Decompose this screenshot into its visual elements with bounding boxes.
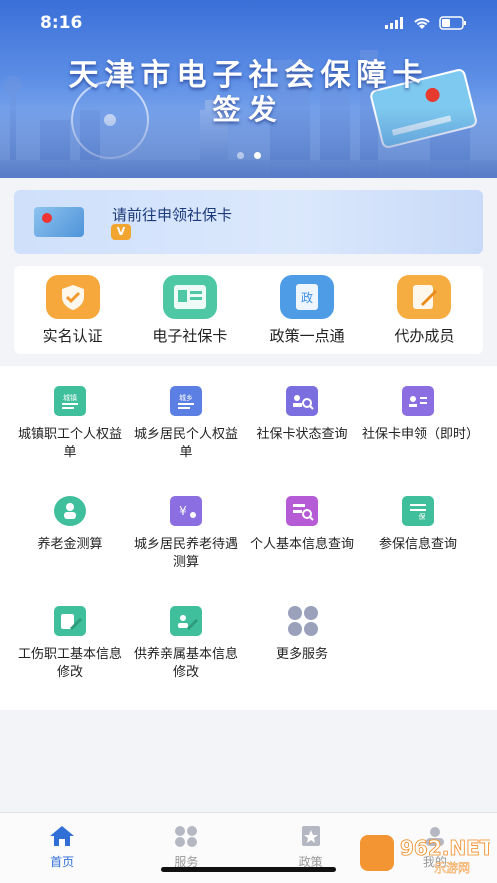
service-label: 社保卡申领（即时） <box>362 427 480 442</box>
service-urban-worker-rights[interactable]: 城镇 城镇职工个人权益单 <box>8 386 132 462</box>
svg-text:城乡: 城乡 <box>179 394 193 402</box>
quick-policy[interactable]: 政 政策一点通 <box>252 274 362 346</box>
service-family-info-edit[interactable]: 供养亲属基本信息修改 <box>124 606 248 682</box>
wifi-icon <box>414 17 430 29</box>
shield-check-icon <box>45 274 100 319</box>
quick-real-name-auth[interactable]: 实名认证 <box>18 274 128 346</box>
tab-home[interactable]: 首页 <box>0 813 124 883</box>
svg-text:城镇: 城镇 <box>63 393 77 402</box>
injury-edit-icon <box>54 606 86 636</box>
service-injury-info-edit[interactable]: 工伤职工基本信息修改 <box>8 606 132 682</box>
site-watermark: 962.NET 乐游网 <box>360 833 494 875</box>
quick-proxy-member[interactable]: 代办成员 <box>369 274 479 346</box>
carousel-dots[interactable] <box>0 152 497 159</box>
rural-pension-icon: ¥ <box>170 496 202 526</box>
cellular-signal-icon <box>385 17 403 29</box>
service-card-status-query[interactable]: 社保卡状态查询 <box>240 386 364 444</box>
person-search-icon <box>286 496 318 526</box>
status-bar: 8:16 <box>40 10 467 36</box>
v-badge: V <box>111 224 131 240</box>
service-label: 城乡居民养老待遇测算 <box>133 537 238 570</box>
insured-info-icon: 保 <box>402 496 434 526</box>
family-edit-icon <box>170 606 202 636</box>
service-rural-pension-calc[interactable]: ¥ 城乡居民养老待遇测算 <box>124 496 248 572</box>
service-pension-calc[interactable]: 养老金测算 <box>8 496 132 554</box>
promo-banner[interactable]: 8:16 天津市电子社会保障卡 签发 <box>0 0 497 178</box>
service-rural-resident-rights[interactable]: 城乡 城乡居民个人权益单 <box>124 386 248 462</box>
pencil-doc-icon <box>397 274 452 319</box>
service-card-apply[interactable]: 社保卡申领（即时） <box>356 386 480 444</box>
service-label: 参保信息查询 <box>378 537 457 552</box>
tab-label: 首页 <box>50 855 75 869</box>
quick-e-card[interactable]: 电子社保卡 <box>135 274 245 346</box>
services-grid: 城镇 城镇职工个人权益单 城乡 城乡居民个人权益单 社保卡状态查询 社保卡申领（… <box>0 366 497 710</box>
watermark-brand: 962.NET <box>400 836 490 860</box>
pension-calc-icon <box>54 496 86 526</box>
rural-sheet-icon: 城乡 <box>170 386 202 416</box>
quick-actions: 实名认证 电子社保卡 政 政策一点通 代办成员 <box>14 266 483 354</box>
quick-label: 政策一点通 <box>269 326 345 345</box>
service-label: 养老金测算 <box>37 537 103 552</box>
service-label: 更多服务 <box>275 647 328 662</box>
card-search-icon <box>286 386 318 416</box>
grid-icon <box>175 826 198 847</box>
apply-card-notice[interactable]: 请前往申领社保卡 V <box>14 190 483 254</box>
service-label: 城乡居民个人权益单 <box>133 427 238 460</box>
home-icon <box>50 826 75 846</box>
carousel-dot[interactable] <box>236 152 244 159</box>
svg-text:保: 保 <box>419 512 426 521</box>
notice-text: 请前往申领社保卡 <box>112 205 233 224</box>
service-label: 个人基本信息查询 <box>249 537 354 552</box>
svg-text:政: 政 <box>301 291 313 305</box>
banner-subtitle: 签发 <box>212 93 285 126</box>
social-security-card-icon <box>34 207 84 237</box>
quick-label: 实名认证 <box>42 326 103 345</box>
policy-doc-icon: 政 <box>280 274 335 319</box>
id-card-icon <box>162 274 217 319</box>
battery-icon <box>439 16 466 30</box>
quick-label: 代办成员 <box>394 326 455 345</box>
status-time: 8:16 <box>40 13 83 33</box>
tab-policy[interactable]: 政策 <box>249 813 373 883</box>
service-insured-info-query[interactable]: 保 参保信息查询 <box>356 496 480 554</box>
service-personal-info-query[interactable]: 个人基本信息查询 <box>240 496 364 554</box>
policy-icon <box>301 826 320 846</box>
tab-services[interactable]: 服务 <box>124 813 248 883</box>
service-label: 工伤职工基本信息修改 <box>17 647 122 680</box>
service-label: 社保卡状态查询 <box>256 427 348 442</box>
quick-label: 电子社保卡 <box>152 326 228 345</box>
home-indicator <box>161 867 336 872</box>
service-more[interactable]: 更多服务 <box>240 606 364 664</box>
watermark-sub: 乐游网 <box>434 861 470 875</box>
svg-text:¥: ¥ <box>179 504 187 518</box>
carousel-dot-active[interactable] <box>253 152 261 159</box>
service-label: 城镇职工个人权益单 <box>17 427 122 460</box>
urban-sheet-icon: 城镇 <box>54 386 86 416</box>
more-grid-icon <box>286 606 318 636</box>
card-apply-icon <box>402 386 434 416</box>
service-label: 供养亲属基本信息修改 <box>133 647 238 680</box>
